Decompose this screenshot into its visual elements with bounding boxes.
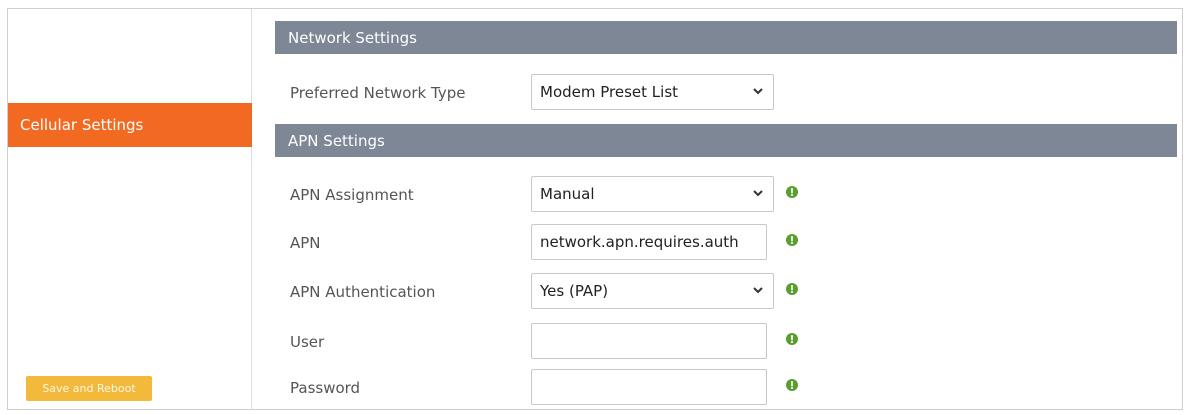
sidebar-item-label: Cellular Settings	[20, 116, 144, 134]
info-icon[interactable]	[786, 283, 798, 295]
preferred-network-type-select[interactable]: Modem Preset List	[531, 74, 774, 110]
preferred-network-type-label: Preferred Network Type	[290, 84, 466, 102]
apn-label: APN	[290, 234, 321, 252]
chevron-down-icon	[753, 287, 763, 294]
preferred-network-type-row: Preferred Network Type Modem Preset List	[275, 74, 1177, 112]
apn-authentication-label: APN Authentication	[290, 283, 436, 301]
info-icon[interactable]	[786, 186, 798, 198]
apn-authentication-select[interactable]: Yes (PAP)	[531, 273, 774, 309]
apn-assignment-select[interactable]: Manual	[531, 176, 774, 212]
section-title: Network Settings	[288, 28, 417, 47]
settings-panel: Cellular Settings Save and Reboot Networ…	[7, 8, 1183, 410]
section-header-apn-settings: APN Settings	[275, 124, 1177, 157]
select-value: Modem Preset List	[540, 83, 679, 101]
user-input[interactable]	[531, 323, 767, 359]
password-input[interactable]	[531, 369, 767, 405]
user-label: User	[290, 333, 325, 351]
section-title: APN Settings	[288, 131, 385, 150]
input-value: network.apn.requires.auth	[540, 233, 739, 251]
apn-authentication-row: APN Authentication Yes (PAP)	[275, 273, 1177, 311]
info-icon[interactable]	[786, 379, 798, 391]
user-row: User	[275, 323, 1177, 361]
sidebar: Cellular Settings Save and Reboot	[8, 9, 252, 409]
apn-input[interactable]: network.apn.requires.auth	[531, 224, 767, 260]
chevron-down-icon	[753, 190, 763, 197]
sidebar-item-cellular-settings[interactable]: Cellular Settings	[8, 103, 252, 147]
info-icon[interactable]	[786, 234, 798, 246]
password-row: Password	[275, 369, 1177, 407]
info-icon[interactable]	[786, 333, 798, 345]
password-label: Password	[290, 379, 361, 397]
apn-row: APN network.apn.requires.auth	[275, 224, 1177, 262]
select-value: Manual	[540, 185, 595, 203]
chevron-down-icon	[753, 88, 763, 95]
section-header-network-settings: Network Settings	[275, 21, 1177, 54]
save-and-reboot-button[interactable]: Save and Reboot	[26, 376, 152, 401]
select-value: Yes (PAP)	[540, 282, 609, 300]
apn-assignment-row: APN Assignment Manual	[275, 176, 1177, 214]
apn-assignment-label: APN Assignment	[290, 186, 414, 204]
